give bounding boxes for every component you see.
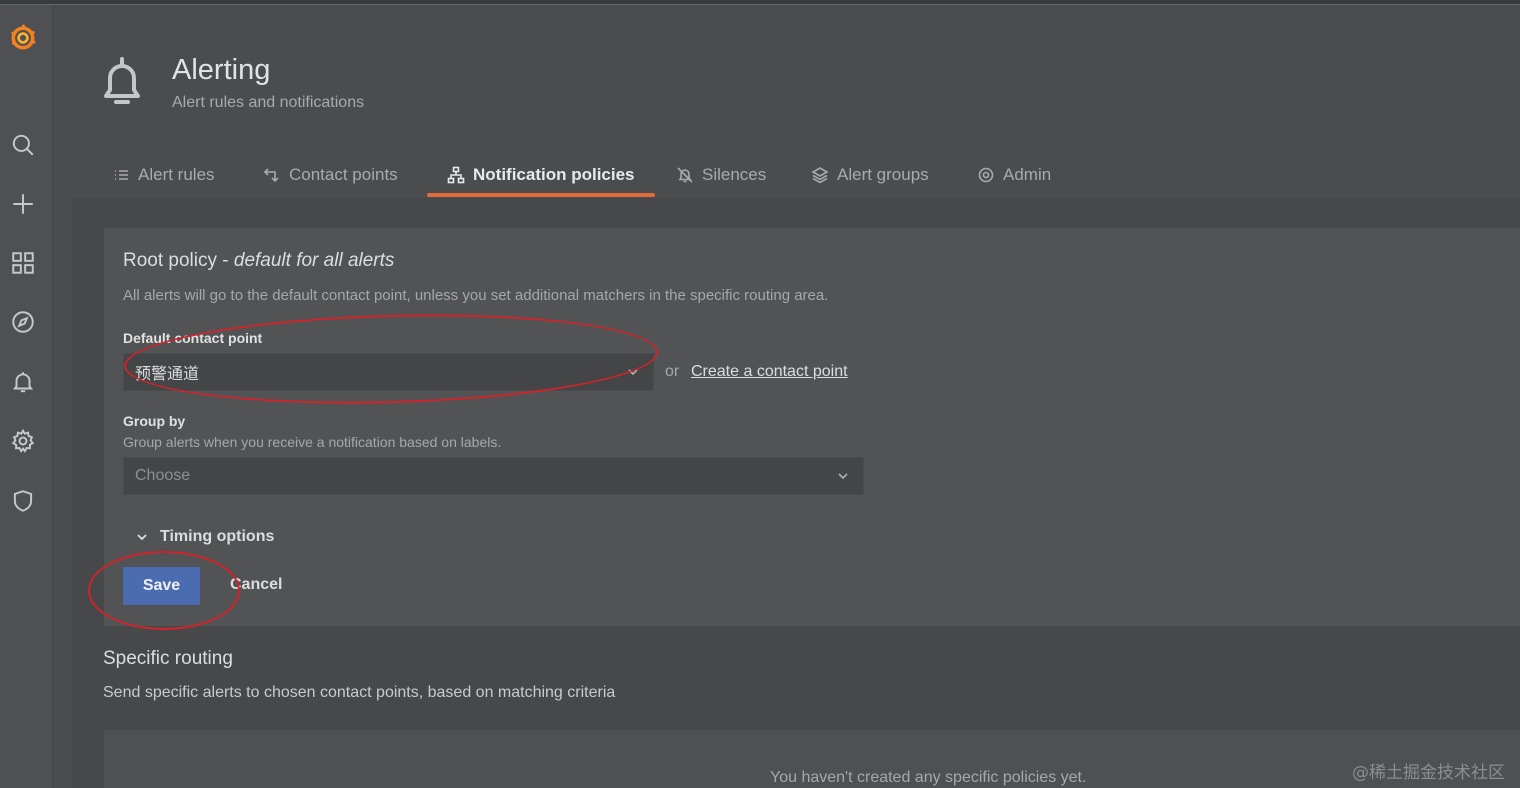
group-by-label: Group by — [123, 413, 186, 429]
tab-label: Admin — [1003, 165, 1052, 184]
root-policy-title: Root policy - default for all alerts — [123, 250, 394, 272]
active-tab-indicator — [427, 193, 655, 197]
alerting-bell-icon — [98, 52, 146, 110]
specific-policies-empty-text: You haven't created any specific policie… — [770, 769, 1087, 786]
tab-label: Alert groups — [837, 165, 929, 184]
cog-icon — [978, 167, 994, 183]
root-policy-title-text: Root policy - — [123, 250, 234, 271]
chevron-down-icon — [137, 534, 147, 541]
contact-points-icon — [263, 168, 279, 183]
search-icon[interactable] — [8, 130, 38, 160]
chevron-down-icon — [627, 365, 639, 377]
timing-options-toggle[interactable]: Timing options — [136, 528, 274, 546]
root-policy-description: All alerts will go to the default contac… — [123, 287, 829, 304]
sitemap-icon — [447, 166, 465, 184]
group-by-select[interactable]: Choose — [123, 457, 864, 495]
tab-label: Contact points — [289, 165, 398, 184]
root-policy-title-emphasis: default for all alerts — [233, 250, 395, 271]
sidebar — [0, 5, 53, 788]
tab-contact-points[interactable]: Contact points — [263, 158, 398, 192]
bell-icon[interactable] — [8, 367, 38, 397]
list-icon — [115, 170, 128, 180]
tab-admin[interactable]: Admin — [977, 158, 1051, 192]
timing-options-label: Timing options — [160, 528, 275, 545]
dashboards-icon[interactable] — [8, 248, 38, 278]
gear-icon[interactable] — [8, 426, 38, 456]
specific-routing-description: Send specific alerts to chosen contact p… — [103, 684, 616, 701]
page-title: Alerting — [172, 54, 271, 86]
save-button[interactable]: Save — [123, 567, 200, 605]
plus-icon[interactable] — [8, 189, 38, 219]
select-value: 预警通道 — [135, 364, 200, 383]
cancel-button[interactable]: Cancel — [230, 576, 282, 594]
default-contact-point-select[interactable]: 预警通道 — [123, 353, 654, 391]
specific-routing-title: Specific routing — [103, 648, 233, 669]
tab-label: Notification policies — [473, 165, 635, 184]
or-text: or — [665, 363, 680, 380]
bell-slash-icon — [677, 167, 693, 183]
default-contact-point-label: Default contact point — [123, 330, 263, 346]
tab-alert-rules[interactable]: Alert rules — [112, 158, 215, 192]
tab-alert-groups[interactable]: Alert groups — [811, 158, 929, 192]
create-contact-point-link[interactable]: Create a contact point — [691, 363, 848, 381]
window-top-border — [0, 0, 1520, 5]
tab-label: Alert rules — [138, 165, 215, 184]
compass-icon[interactable] — [8, 307, 38, 337]
chevron-down-icon — [837, 469, 849, 481]
grafana-logo-icon[interactable] — [8, 23, 38, 53]
tab-silences[interactable]: Silences — [676, 158, 766, 192]
page-subtitle: Alert rules and notifications — [172, 94, 365, 111]
tab-label: Silences — [702, 165, 767, 184]
tab-notification-policies[interactable]: Notification policies — [447, 158, 635, 192]
layers-icon — [811, 167, 829, 184]
group-by-hint: Group alerts when you receive a notifica… — [123, 434, 502, 450]
watermark: @稀土掘金技术社区 — [1352, 763, 1505, 783]
select-placeholder: Choose — [135, 467, 191, 484]
shield-icon[interactable] — [8, 486, 38, 516]
